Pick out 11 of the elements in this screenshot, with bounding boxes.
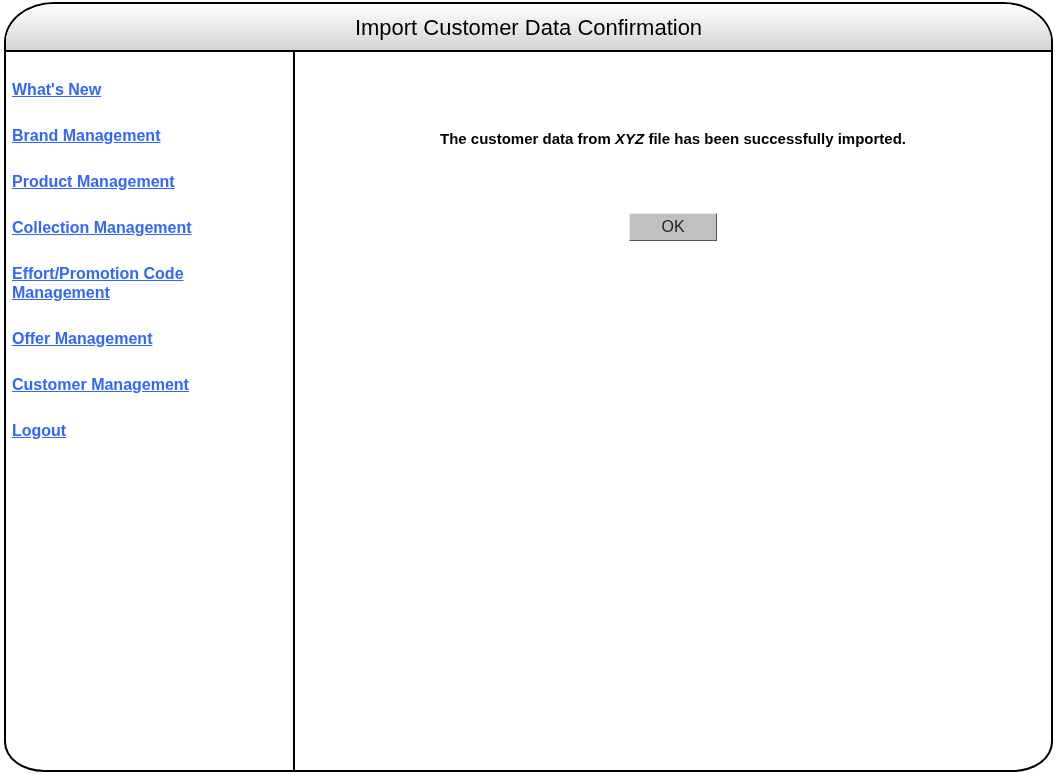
window-title: Import Customer Data Confirmation	[354, 13, 703, 42]
nav-link[interactable]: Offer Management	[12, 329, 252, 348]
nav-link[interactable]: Effort/Promotion Code Management	[12, 264, 252, 302]
nav-link[interactable]: Brand Management	[12, 126, 252, 145]
nav-link[interactable]: Product Management	[12, 172, 252, 191]
ok-button[interactable]: OK	[629, 212, 717, 241]
confirmation-message: The customer data from XYZ file has been successfully imported.	[440, 129, 906, 149]
nav-link[interactable]: Logout	[12, 421, 252, 440]
nav-link[interactable]: Collection Management	[12, 218, 252, 237]
nav-link[interactable]: What's New	[12, 80, 252, 99]
nav-link[interactable]: Customer Management	[12, 375, 252, 394]
